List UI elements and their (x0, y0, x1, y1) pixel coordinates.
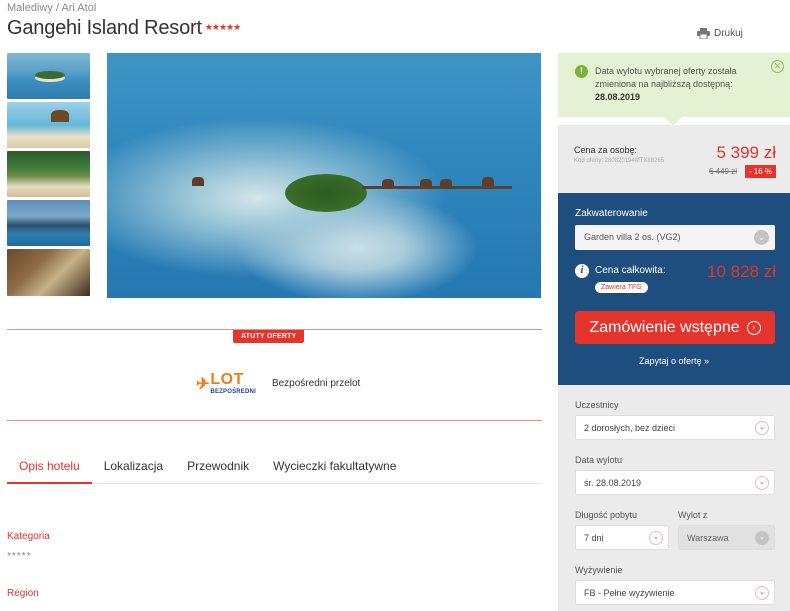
total-price-label: Cena całkowita: (595, 265, 666, 276)
island-shape (285, 174, 367, 212)
chevron-down-icon: ⌄ (755, 421, 769, 435)
lot-logo-text: LOT (210, 371, 244, 388)
duration-value: 7 dni (584, 533, 604, 543)
price-per-person: 5 399 zł (716, 143, 776, 162)
close-icon[interactable]: ✕ (771, 60, 784, 73)
thumbnail-2[interactable] (7, 102, 90, 148)
ask-about-offer-link[interactable]: Zapytaj o ofertę » (558, 356, 790, 366)
water-villa (382, 179, 394, 188)
offer-highlights-badge: ATUTY OFERTY (233, 330, 305, 343)
region-label: Region (7, 588, 39, 599)
board-value: FB - Pełne wyżywienie (584, 588, 675, 598)
thumbnail-4[interactable] (7, 200, 90, 246)
participants-label: Uczestnicy (575, 400, 619, 410)
board-select[interactable]: FB - Pełne wyżywienie ⌄ (575, 580, 775, 605)
title-row: Gangehi Island Resort ★★★★★ (7, 17, 241, 40)
departure-date-select[interactable]: śr. 28.08.2019 ⌄ (575, 470, 775, 495)
departure-label: Data wylotu (575, 455, 623, 465)
info-icon[interactable]: i (575, 264, 589, 278)
chevron-down-icon: ⌄ (755, 476, 769, 490)
duration-label: Długość pobytu (575, 510, 638, 520)
print-label: Drukuj (714, 28, 743, 39)
total-price: 10 828 zł (707, 262, 776, 281)
accommodation-label: Zakwaterowanie (575, 208, 648, 219)
chevron-down-icon: ⌄ (755, 531, 769, 545)
hero-image[interactable] (107, 53, 541, 298)
lot-logo: ✈ LOT BEZPOŚREDNI (194, 371, 256, 396)
departure-city-value: Warszawa (687, 533, 729, 543)
category-value: ***** (7, 551, 32, 562)
tab-location[interactable]: Lokalizacja (92, 456, 175, 484)
lot-logo-sub: BEZPOŚREDNI (210, 389, 256, 395)
printer-icon (697, 28, 710, 39)
old-price: 6 449 zł (708, 167, 737, 176)
pre-order-button[interactable]: Zamówienie wstępne › (575, 311, 775, 344)
pre-order-label: Zamówienie wstępne (589, 318, 740, 336)
thumbnail-5[interactable] (7, 249, 90, 296)
departure-value: śr. 28.08.2019 (584, 478, 642, 488)
notice-text: Data wylotu wybranej oferty została zmie… (595, 66, 737, 89)
chevron-down-icon: ⌄ (649, 531, 663, 545)
hotel-stars: ★★★★★ (204, 22, 241, 32)
notice-date: 28.08.2019 (595, 92, 641, 102)
water-villa (482, 177, 494, 186)
date-change-notice: ! ✕ Data wylotu wybranej oferty została … (558, 53, 790, 117)
departure-city-select[interactable]: Warszawa ⌄ (678, 525, 775, 550)
category-label: Kategoria (7, 531, 50, 542)
chevron-down-icon: ⌄ (755, 586, 769, 600)
water-villa (420, 179, 432, 188)
tab-excursions[interactable]: Wycieczki fakultatywne (261, 456, 408, 484)
plane-icon: ✈ (194, 375, 211, 393)
print-button[interactable]: Drukuj (697, 28, 743, 39)
discount-badge: - 16 % (744, 165, 776, 178)
breadcrumb[interactable]: Malediwy / Ari Atol (7, 2, 96, 14)
price-per-person-label: Cena za osobę: (574, 145, 638, 155)
thumbnail-3[interactable] (7, 151, 90, 197)
direct-flight-label: Bezpośredni przelot (271, 378, 361, 389)
offer-code: Kod oferty: 280820194MTX88265 (574, 158, 665, 164)
page-title: Gangehi Island Resort (7, 17, 202, 39)
board-label: Wyżywienie (575, 565, 623, 575)
arrow-right-icon: › (746, 320, 761, 335)
hotel-tabs: Opis hotelu Lokalizacja Przewodnik Wycie… (7, 456, 542, 484)
accommodation-select[interactable]: Garden villa 2 os. (VG2) ⌄ (575, 225, 775, 250)
thumbnail-gallery (7, 53, 90, 296)
price-box: Cena za osobę: Kod oferty: 280820194MTX8… (558, 125, 790, 193)
exclamation-icon: ! (575, 65, 588, 78)
offer-options-form: Uczestnicy 2 dorosłych, bez dzieci ⌄ Dat… (558, 385, 790, 611)
water-villa (440, 179, 452, 188)
chevron-down-icon: ⌄ (754, 230, 769, 245)
booking-panel: Zakwaterowanie Garden villa 2 os. (VG2) … (558, 193, 790, 385)
tfg-badge: Zawiera TFG (595, 282, 648, 293)
flight-info: ✈ LOT BEZPOŚREDNI Bezpośredni przelot (194, 371, 361, 396)
notice-pointer (664, 117, 682, 126)
participants-select[interactable]: 2 dorosłych, bez dzieci ⌄ (575, 415, 775, 440)
water-villa (192, 177, 204, 186)
divider (7, 420, 542, 421)
participants-value: 2 dorosłych, bez dzieci (584, 423, 676, 433)
tab-guide[interactable]: Przewodnik (175, 456, 261, 484)
tab-hotel-description[interactable]: Opis hotelu (7, 456, 92, 484)
thumbnail-1[interactable] (7, 53, 90, 99)
duration-select[interactable]: 7 dni ⌄ (575, 525, 669, 550)
departure-from-label: Wylot z (678, 510, 708, 520)
accommodation-value: Garden villa 2 os. (VG2) (584, 232, 681, 242)
